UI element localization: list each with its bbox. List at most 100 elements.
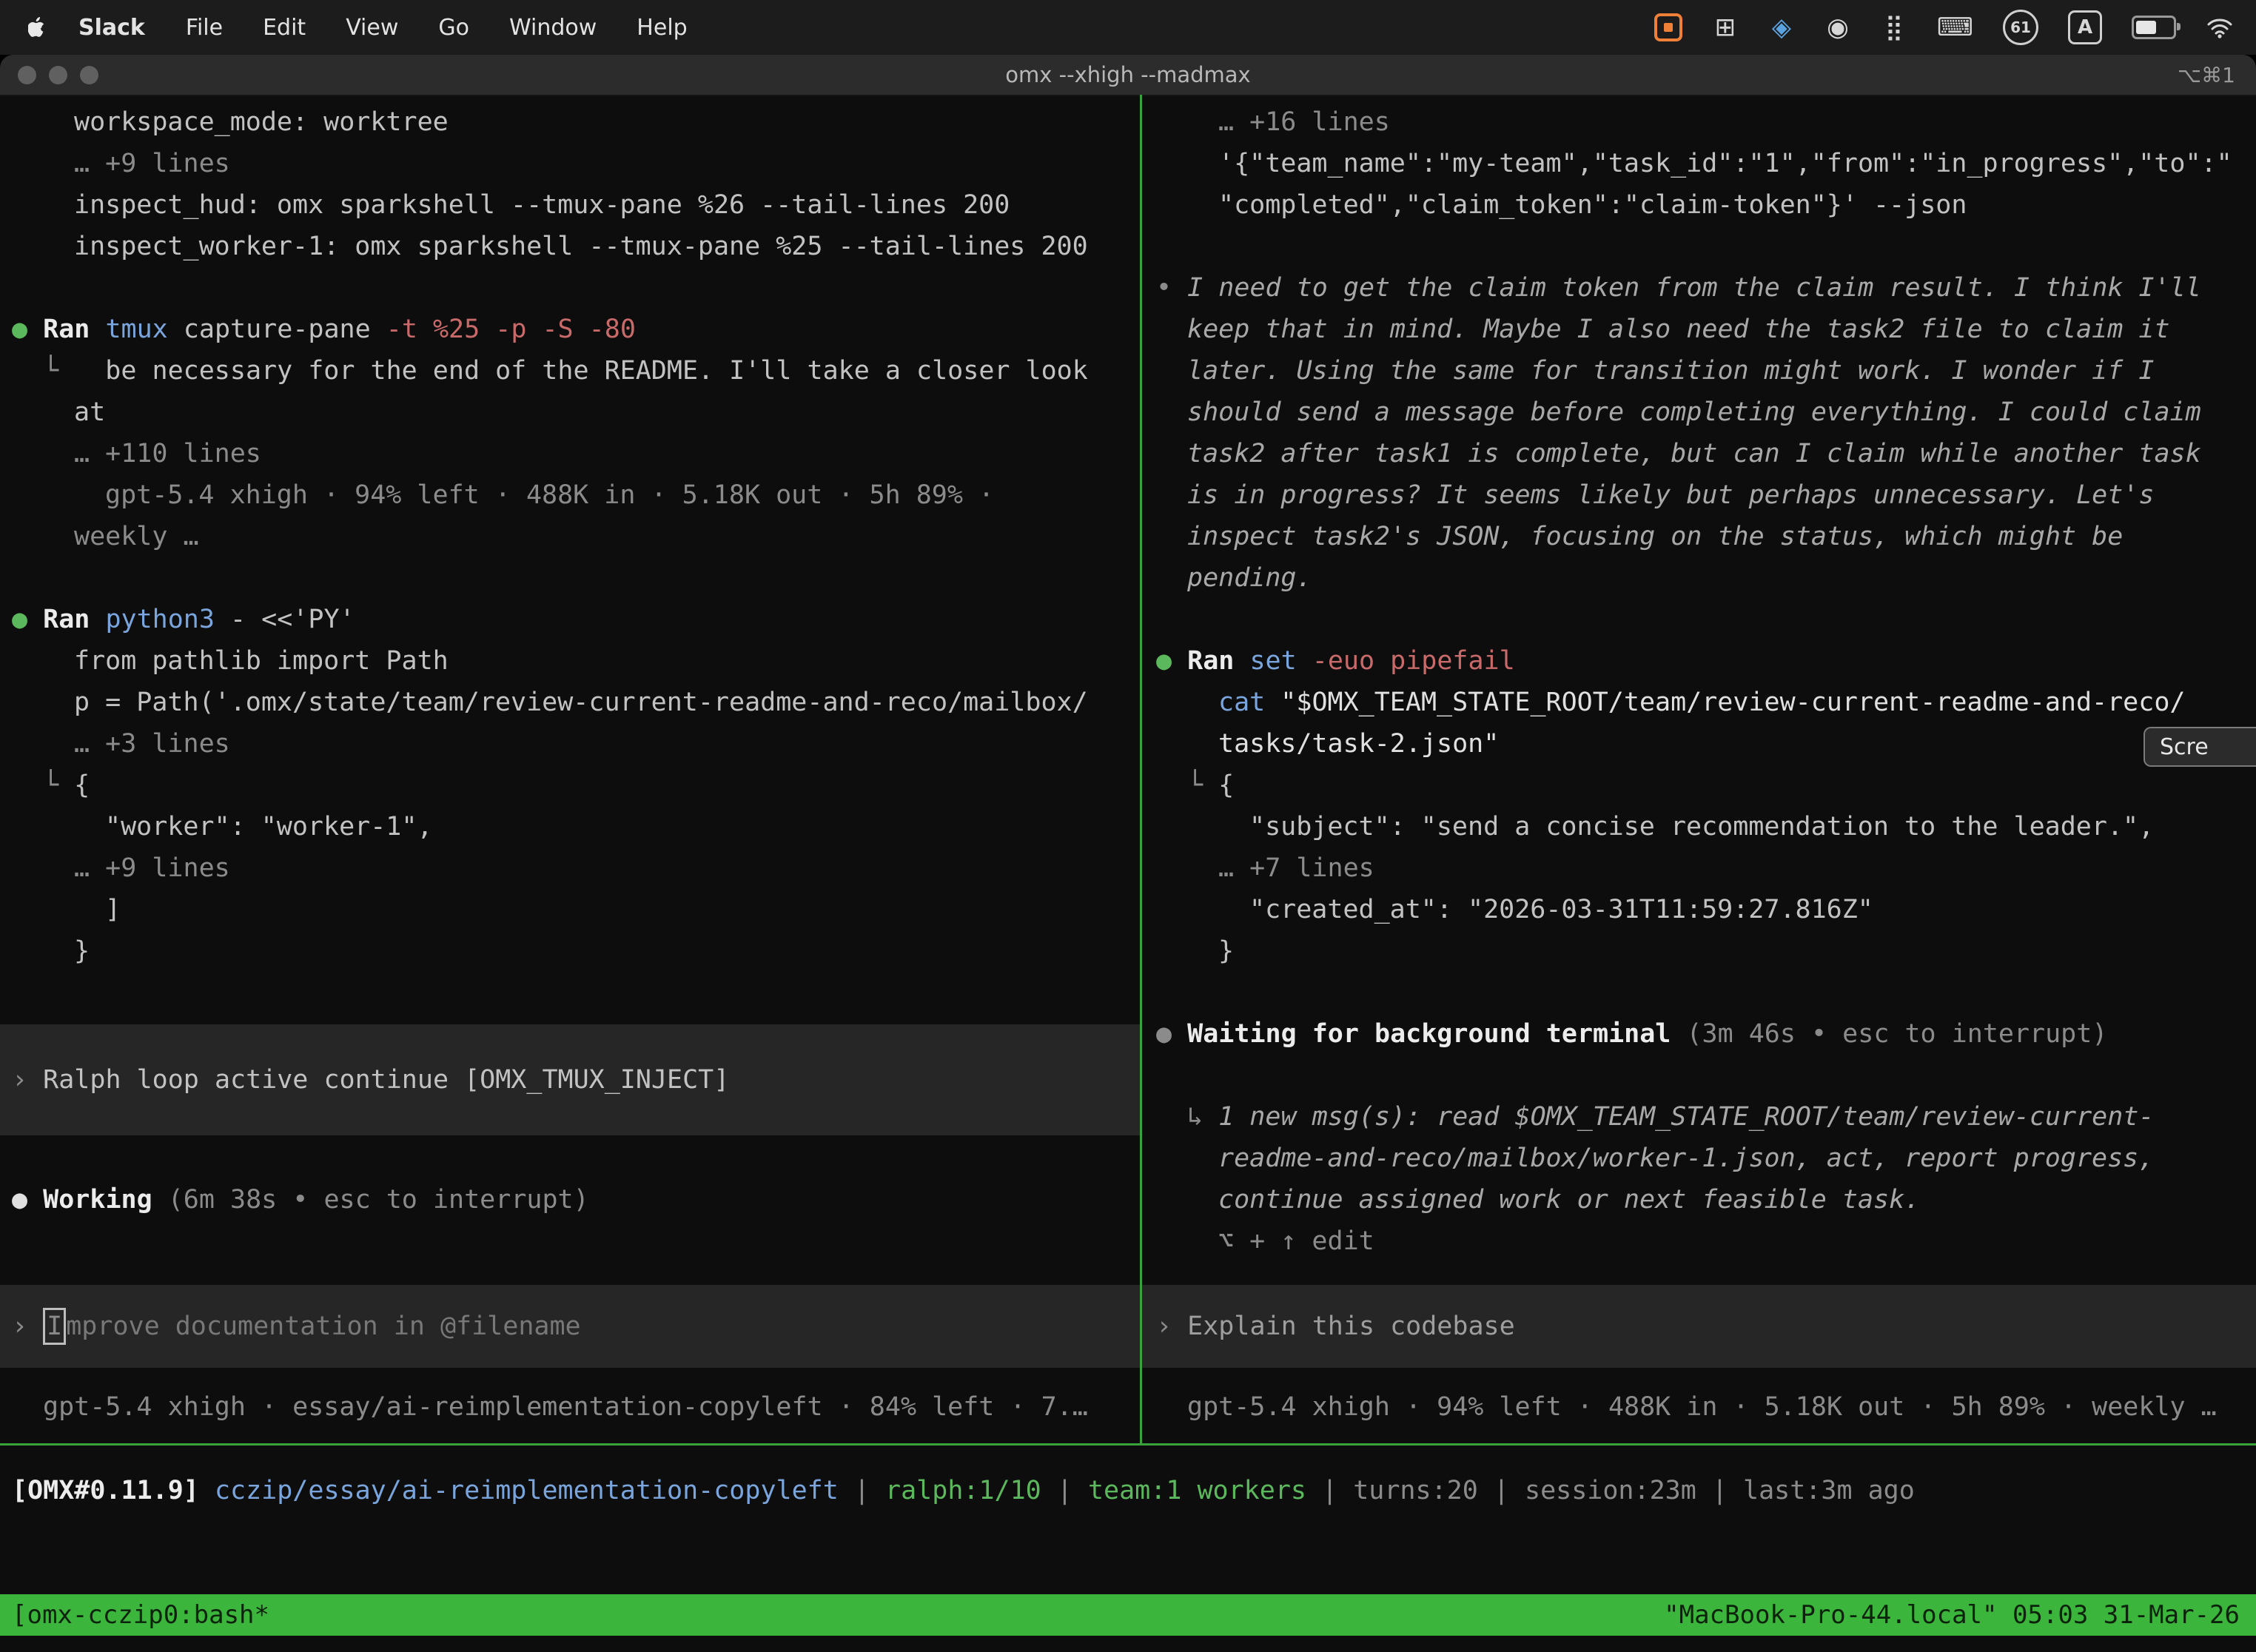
text-segment: from pathlib import Path [74, 646, 449, 676]
terminal-line: keep that in mind. Maybe I also need the… [1142, 309, 2256, 350]
text-segment: └ [1187, 770, 1218, 800]
text-segment: "subject": "send a concise recommendatio… [1249, 812, 2154, 842]
working-status-line: ● Working (6m 38s • esc to interrupt) [0, 1179, 1140, 1220]
terminal-line: at [0, 392, 1140, 433]
terminal-line: } [1142, 930, 2256, 972]
terminal-line: workspace_mode: worktree [0, 101, 1140, 143]
model-status-line: gpt-5.4 xhigh · essay/ai-reimplementatio… [0, 1386, 1140, 1428]
text-segment: { [1218, 770, 1234, 800]
text-segment: '{"team_name":"my-team","task_id":"1","f… [1218, 149, 2232, 178]
battery-icon[interactable] [2132, 10, 2176, 45]
text-segment: Ran [1187, 646, 1249, 676]
text-segment: turns:20 [1353, 1476, 1478, 1505]
menu-item-view[interactable]: View [326, 15, 418, 41]
circle-app-icon[interactable]: ◉ [1824, 10, 1851, 45]
text-segment: › [12, 1306, 43, 1347]
blue-app-icon[interactable]: ◈ [1768, 10, 1795, 45]
screenshot-toast[interactable]: Scre [2143, 727, 2256, 767]
minimize-button[interactable] [49, 66, 67, 84]
text-segment: (3m 46s • esc to interrupt) [1686, 1019, 2107, 1049]
battery-percent-badge[interactable]: 61 [2003, 10, 2038, 45]
macos-menubar: Slack FileEditViewGoWindowHelp ⊞ ◈ ◉ ⣿ ⌨… [0, 0, 2256, 55]
text-segment: "created_at": "2026-03-31T11:59:27.816Z" [1249, 895, 1873, 924]
prompt-input[interactable]: › Explain this codebase [1142, 1285, 2256, 1368]
terminal-line: weekly … [0, 516, 1140, 557]
text-segment: mprove documentation in @filename [66, 1306, 580, 1347]
menu-item-file[interactable]: File [166, 15, 243, 41]
menu-item-window[interactable]: Window [489, 15, 617, 41]
blank-line [0, 557, 1140, 599]
text-segment: | [1696, 1476, 1743, 1505]
prompt-input[interactable]: › Improve documentation in @filename [0, 1285, 1140, 1368]
menu-item-go[interactable]: Go [418, 15, 489, 41]
text-segment: | [839, 1476, 885, 1505]
keyboard-app-icon[interactable]: ⌨ [1937, 10, 1973, 45]
text-segment: is in progress? It seems likely but perh… [1187, 480, 2154, 510]
text-segment: ● [1156, 1019, 1187, 1049]
input-source-icon[interactable]: A [2068, 10, 2102, 45]
horizontal-pane-border [0, 1443, 2256, 1446]
text-segment: gpt-5.4 xhigh · 94% left · 488K in · 5.1… [1187, 1392, 2217, 1422]
text-segment: | [1041, 1476, 1088, 1505]
terminal-line: cat "$OMX_TEAM_STATE_ROOT/team/review-cu… [1142, 682, 2256, 723]
blank-line [1142, 599, 2256, 640]
terminal-line: • I need to get the claim token from the… [1142, 267, 2256, 309]
text-segment: inspect_worker-1: omx sparkshell --tmux-… [74, 232, 1088, 261]
terminal-line: from pathlib import Path [0, 640, 1140, 682]
blank-line [1142, 1055, 2256, 1096]
text-segment: cczip/essay/ai-reimplementation-copyleft [215, 1476, 839, 1505]
apple-menu-icon[interactable] [28, 16, 47, 38]
tmux-host-clock: "MacBook-Pro-44.local" 05:03 31-Mar-26 [1664, 1594, 2256, 1636]
text-segment: [OMX#0.11.9] [12, 1476, 215, 1505]
wifi-icon[interactable] [2206, 10, 2234, 45]
terminal-line: └ { [1142, 765, 2256, 806]
terminal-line: ] [0, 889, 1140, 930]
grid-icon[interactable]: ⊞ [1712, 10, 1739, 45]
text-segment: { [74, 770, 90, 800]
terminal-line: └ be necessary for the end of the README… [0, 350, 1140, 392]
text-segment: last:3m ago [1743, 1476, 1915, 1505]
text-segment: set [1249, 646, 1312, 676]
text-segment: "$OMX_TEAM_STATE_ROOT/team/review-curren… [1280, 688, 2185, 717]
ralph-loop-input[interactable]: › Ralph loop active continue [OMX_TMUX_I… [0, 1024, 1140, 1135]
text-segment: cat [1218, 688, 1280, 717]
text-segment: I need to get the claim token from the c… [1187, 273, 2201, 303]
terminal-pane-left[interactable]: workspace_mode: worktree … +9 lines inspec… [0, 95, 1140, 1443]
text-segment: tasks/task-2.json" [1218, 729, 1499, 759]
close-button[interactable] [18, 66, 36, 84]
text-segment: -t %25 -p -S -80 [386, 315, 636, 344]
text-segment: continue assigned work or next feasible … [1218, 1185, 1920, 1215]
zoom-button[interactable] [80, 66, 98, 84]
terminal-line: should send a message before completing … [1142, 392, 2256, 433]
text-segment: … +16 lines [1218, 107, 1390, 137]
active-app-name[interactable]: Slack [58, 15, 166, 41]
screen-recording-icon[interactable] [1654, 10, 1682, 45]
terminal-line: … +9 lines [0, 847, 1140, 889]
text-segment: Ran [43, 605, 105, 634]
text-segment: Waiting for background terminal [1187, 1019, 1686, 1049]
menu-item-edit[interactable]: Edit [243, 15, 326, 41]
window-titlebar[interactable]: omx --xhigh --madmax ⌥⌘1 [0, 55, 2256, 96]
text-segment: gpt-5.4 xhigh · 94% left · 488K in · 5.1… [105, 480, 994, 510]
text-segment: workspace_mode: worktree [74, 107, 449, 137]
text-segment: - <<'PY' [230, 605, 355, 634]
terminal-pane-right[interactable]: … +16 lines '{"team_name":"my-team","task… [1142, 95, 2256, 1443]
text-segment: should send a message before completing … [1187, 397, 2201, 427]
terminal-line: readme-and-reco/mailbox/worker-1.json, a… [1142, 1138, 2256, 1179]
text-segment: ⌥ + ↑ edit [1218, 1226, 1374, 1256]
text-segment: readme-and-reco/mailbox/worker-1.json, a… [1218, 1144, 2154, 1173]
menu-item-help[interactable]: Help [617, 15, 707, 41]
launchpad-icon[interactable]: ⣿ [1881, 10, 1907, 45]
text-segment: task2 after task1 is complete, but can I… [1187, 439, 2201, 469]
terminal-window: omx --xhigh --madmax ⌥⌘1 workspace_mode:… [0, 55, 2256, 1652]
terminal-line: … +16 lines [1142, 101, 2256, 143]
terminal-line: "worker": "worker-1", [0, 806, 1140, 847]
text-segment: └ [43, 356, 105, 386]
blank-line [0, 267, 1140, 309]
text-segment: -euo pipefail [1312, 646, 1515, 676]
menubar-left: Slack FileEditViewGoWindowHelp [0, 15, 708, 41]
terminal-line: '{"team_name":"my-team","task_id":"1","f… [1142, 143, 2256, 184]
window-title: omx --xhigh --madmax [0, 62, 2256, 87]
terminal-line: "completed","claim_token":"claim-token"}… [1142, 184, 2256, 226]
text-segment: capture-pane [184, 315, 386, 344]
